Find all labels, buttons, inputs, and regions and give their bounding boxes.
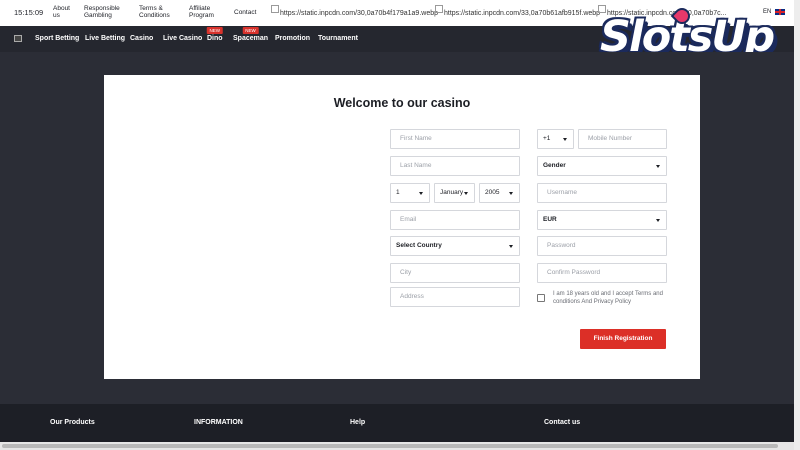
footer-information: INFORMATION <box>194 419 243 426</box>
finish-registration-button[interactable]: Finish Registration <box>580 329 666 349</box>
terms-label: I am 18 years old and I accept Terms and… <box>553 291 663 305</box>
country-select[interactable]: Select Country <box>390 236 520 256</box>
horizontal-scrollbar[interactable] <box>0 442 800 450</box>
first-name-input[interactable]: First Name <box>390 129 520 149</box>
broken-image-icon <box>271 5 279 13</box>
main-content: Welcome to our casino First Name Last Na… <box>0 52 800 404</box>
new-badge: NEW <box>242 27 259 34</box>
chevron-down-icon <box>563 138 567 141</box>
nav-casino[interactable]: Casino <box>130 35 153 42</box>
scrollbar-thumb[interactable] <box>2 444 778 448</box>
registration-card: Welcome to our casino First Name Last Na… <box>104 75 700 379</box>
responsible-gambling-link[interactable]: Responsible Gambling <box>84 5 120 19</box>
nav-live-casino[interactable]: Live Casino <box>163 35 202 42</box>
address-input[interactable]: Address <box>390 287 520 307</box>
vertical-scrollbar[interactable] <box>794 0 800 450</box>
nav-live-betting[interactable]: Live Betting <box>85 35 125 42</box>
broken-image-2[interactable]: https://static.inpcdn.com/33,0a70b61afb9… <box>435 5 600 17</box>
birth-year-select[interactable]: 2005 <box>479 183 520 203</box>
page-title: Welcome to our casino <box>333 96 471 110</box>
city-input[interactable]: City <box>390 263 520 283</box>
footer-contact-us: Contact us <box>544 419 581 426</box>
nav-promotion[interactable]: Promotion <box>275 35 310 42</box>
email-input[interactable]: Email <box>390 210 520 230</box>
currency-select[interactable]: EUR <box>537 210 667 230</box>
nav-sport-betting[interactable]: Sport Betting <box>35 35 79 42</box>
chevron-down-icon <box>656 219 660 222</box>
broken-image-icon <box>435 5 443 13</box>
confirm-password-input[interactable]: Confirm Password <box>537 263 667 283</box>
clock: 15:15:09 <box>14 8 44 17</box>
new-badge: NEW <box>206 27 224 34</box>
last-name-input[interactable]: Last Name <box>390 156 520 176</box>
chevron-down-icon <box>509 192 513 195</box>
username-input[interactable]: Username <box>537 183 667 203</box>
footer-our-products: Our Products <box>50 419 95 426</box>
nav-dino[interactable]: Dino NEW <box>206 27 224 42</box>
nav-spaceman[interactable]: Spaceman NEW <box>233 27 268 42</box>
nav-tournament[interactable]: Tournament <box>318 35 358 42</box>
phone-code-select[interactable]: +1 <box>537 129 574 149</box>
birth-day-select[interactable]: 1 <box>390 183 430 203</box>
gender-select[interactable]: Gender <box>537 156 667 176</box>
footer-help: Help <box>350 419 366 426</box>
birth-month-select[interactable]: January <box>434 183 475 203</box>
broken-image-1[interactable]: https://static.inpcdn.com/30,0a70b4f179a… <box>271 5 438 17</box>
site-logo[interactable] <box>14 35 22 42</box>
chevron-down-icon <box>464 192 468 195</box>
contact-link[interactable]: Contact <box>234 9 256 16</box>
chevron-down-icon <box>419 192 423 195</box>
mobile-number-input[interactable]: Mobile Number <box>578 129 667 149</box>
chevron-down-icon <box>656 165 660 168</box>
chevron-down-icon <box>509 245 513 248</box>
password-input[interactable]: Password <box>537 236 667 256</box>
about-us-link[interactable]: About us <box>53 5 70 19</box>
terms-checkbox[interactable] <box>537 294 545 302</box>
terms-conditions-link[interactable]: Terms & Conditions <box>139 5 170 19</box>
affiliate-program-link[interactable]: Affiliate Program <box>189 5 214 19</box>
